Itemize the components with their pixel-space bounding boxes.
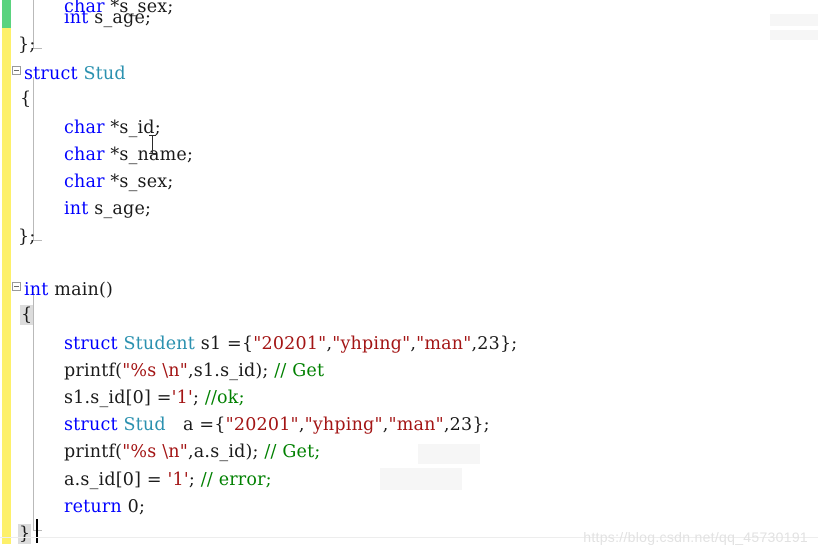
line-char-s-name[interactable]: char *s_name; [64,142,193,169]
line-int-s-age-1[interactable]: int s_age; [64,5,151,32]
line-assign-a-token-0: a.s_id[0] = [64,470,168,490]
line-decl-s1-token-8: "man" [416,334,472,354]
csdn-blog-watermark: https://blog.csdn.net/qq_45730191 [583,529,808,545]
line-int-s-age-1-token-0: int [64,8,89,28]
line-printf-a-token-0: printf( [64,442,123,462]
line-decl-s1-token-4: "20201" [253,334,327,354]
line-decl-a[interactable]: struct Stud a ={"20201","yhping","man",2… [64,412,490,439]
line-close-stud-token-0: }; [18,227,36,247]
line-return-0-token-1: 0; [121,497,146,517]
line-decl-a-token-2: Stud [123,415,166,435]
line-assign-s1-token-3: //ok; [204,388,245,408]
line-decl-s1-token-3: s1 ={ [195,334,254,354]
line-decl-s1-token-2: Student [123,334,196,354]
ibeam-bottom-bar [149,153,156,154]
line-struct-stud-token-0: struct [24,64,78,84]
line-decl-a-token-0: struct [64,415,118,435]
line-assign-s1-token-0: s1.s_id[0] = [64,388,172,408]
line-char-s-sex[interactable]: char *s_sex; [64,169,173,196]
line-open-stud[interactable]: { [20,86,31,113]
line-assign-a-token-1: '1' [167,470,189,490]
line-assign-s1[interactable]: s1.s_id[0] ='1'; //ok; [64,385,245,412]
line-printf-s1[interactable]: printf("%s \n",s1.s_id); // Get [64,358,324,385]
line-decl-s1-token-6: "yhping" [332,334,411,354]
line-decl-a-token-4: "20201" [225,415,299,435]
line-assign-s1-token-2: ; [192,388,205,408]
line-return-0[interactable]: return 0; [64,494,145,521]
line-assign-a-token-3: // error; [200,470,272,490]
line-decl-a-token-8: "man" [388,415,444,435]
line-printf-s1-token-2: ,s1.s_id); [188,361,275,381]
line-char-s-sex-token-1: *s_sex; [104,172,174,192]
line-close-stud[interactable]: }; [18,224,35,251]
line-printf-s1-token-3: // Get [274,361,325,381]
line-close-struct-student-token-0: }; [18,35,36,55]
line-return-0-token-0: return [64,497,122,517]
line-decl-s1[interactable]: struct Student s1 ={"20201","yhping","ma… [64,331,517,358]
ibeam-mouse-pointer [147,134,158,155]
line-close-main[interactable]: } [18,521,32,548]
line-int-s-age-2-token-0: int [64,199,89,219]
line-printf-a[interactable]: printf("%s \n",a.s_id); // Get; [64,439,320,466]
line-open-stud-token-0: { [20,89,32,109]
line-assign-s1-token-1: '1' [171,388,193,408]
line-char-s-name-token-0: char [64,145,105,165]
line-open-main-token-0: { [20,305,34,325]
code-text-area[interactable]: char *s_sex; int s_age;}; struct Stud{char… [0,0,818,550]
line-decl-a-token-6: "yhping" [304,415,383,435]
line-struct-stud-token-2: Stud [83,64,126,84]
ibeam-stem [152,136,153,153]
line-printf-s1-token-0: printf( [64,361,123,381]
line-open-main[interactable]: { [20,302,34,329]
line-printf-a-token-3: // Get; [264,442,321,462]
line-printf-a-token-1: "%s \n" [122,442,189,462]
line-decl-a-token-9: ,23}; [443,415,490,435]
line-decl-a-token-3: a ={ [165,415,226,435]
line-char-s-id-token-0: char [64,118,105,138]
line-int-main-token-1: main() [48,280,114,300]
line-struct-stud[interactable]: struct Stud [24,61,126,88]
line-assign-a[interactable]: a.s_id[0] = '1'; // error; [64,467,272,494]
line-close-main-token-0: } [18,524,32,544]
line-printf-a-token-2: ,a.s_id); [188,442,265,462]
line-char-s-sex-token-0: char [64,172,105,192]
line-int-main-token-0: int [24,280,49,300]
line-int-s-age-2-token-1: s_age; [88,199,152,219]
code-editor-window[interactable]: char *s_sex; int s_age;}; struct Stud{char… [0,0,818,550]
line-int-s-age-2[interactable]: int s_age; [64,196,151,223]
line-decl-s1-token-0: struct [64,334,118,354]
line-printf-s1-token-1: "%s \n" [122,361,189,381]
text-caret [36,519,38,543]
line-close-struct-student[interactable]: }; [18,32,35,59]
line-int-s-age-1-token-1: s_age; [88,8,152,28]
line-assign-a-token-2: ; [188,470,201,490]
line-decl-s1-token-9: ,23}; [471,334,518,354]
line-int-main[interactable]: int main() [24,277,113,304]
